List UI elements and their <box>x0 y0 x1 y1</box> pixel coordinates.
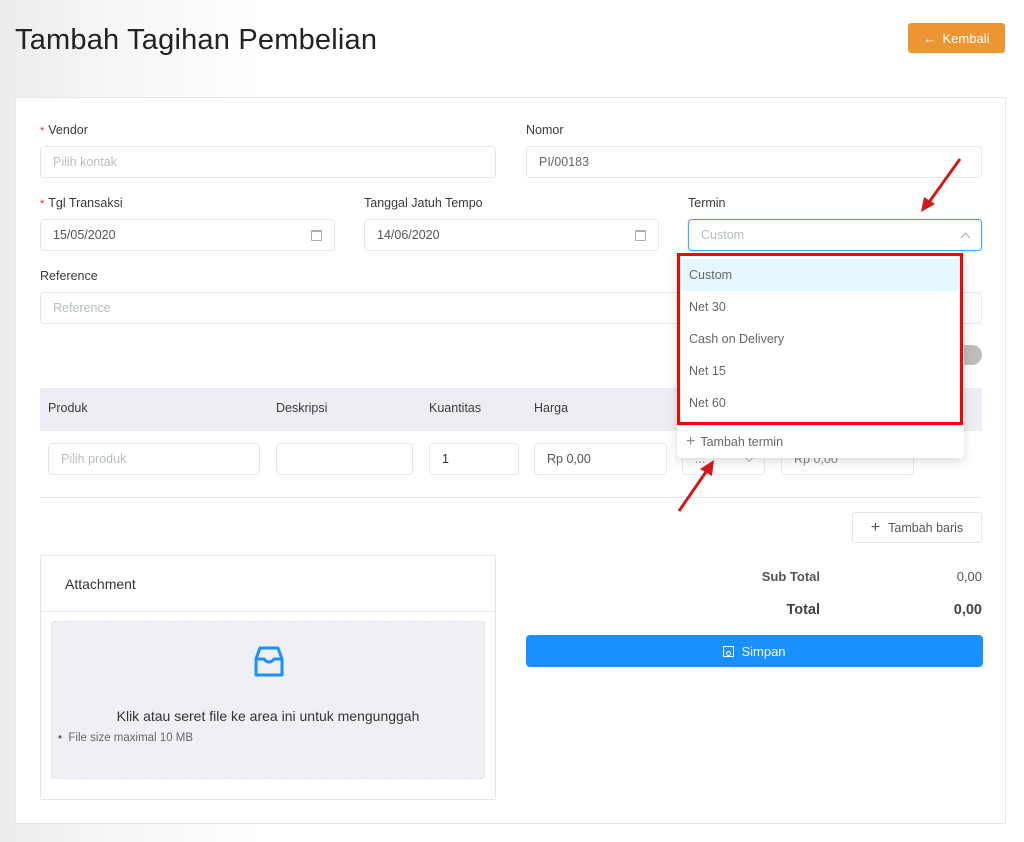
inbox-icon <box>254 646 284 677</box>
column-header-harga: Harga <box>534 401 569 415</box>
add-termin-button[interactable]: + Tambah termin <box>677 425 964 458</box>
produk-select[interactable]: Pilih produk <box>48 443 260 475</box>
subtotal-label: Sub Total <box>761 569 820 584</box>
tgl-transaksi-datepicker[interactable]: 15/05/2020 <box>40 219 335 251</box>
plus-icon: + <box>686 433 696 450</box>
harga-input[interactable]: Rp 0,00 <box>534 443 667 475</box>
column-header-deskripsi: Deskripsi <box>276 401 328 415</box>
subtotal-value: 0,00 <box>956 569 982 584</box>
reference-placeholder: Reference <box>53 301 111 315</box>
produk-placeholder: Pilih produk <box>61 452 127 466</box>
termin-option-net-15[interactable]: Net 15 <box>677 355 964 387</box>
jatuh-tempo-value: 14/06/2020 <box>377 228 440 242</box>
kuantitas-value: 1 <box>442 452 449 466</box>
jatuh-tempo-label: Tanggal Jatuh Tempo <box>364 196 483 210</box>
deskripsi-input[interactable] <box>276 443 413 475</box>
required-marker: * <box>40 198 45 210</box>
divider <box>40 497 982 498</box>
save-button[interactable]: Simpan <box>526 635 983 667</box>
termin-option-net-60[interactable]: Net 60 <box>677 387 964 419</box>
tgl-transaksi-value: 15/05/2020 <box>53 228 116 242</box>
jatuh-tempo-datepicker[interactable]: 14/06/2020 <box>364 219 659 251</box>
column-header-produk: Produk <box>48 401 88 415</box>
back-button[interactable]: ← Kembali <box>908 23 1005 53</box>
add-row-button[interactable]: + Tambah baris <box>852 512 982 543</box>
tgl-transaksi-label: * Tgl Transaksi <box>40 196 123 210</box>
file-size-note: • File size maximal 10 MB <box>58 732 194 744</box>
calendar-icon <box>635 229 646 241</box>
nomor-input[interactable]: PI/00183 <box>526 146 982 178</box>
save-icon <box>723 645 735 657</box>
form-card: * Vendor Pilih kontak Nomor PI/00183 * Tgl… <box>15 97 1006 824</box>
arrow-left-icon: ← <box>923 30 937 46</box>
back-button-label: Kembali <box>942 30 990 46</box>
dropzone-text: Klik atau seret file ke area ini untuk m… <box>116 708 420 724</box>
reference-label: Reference <box>40 269 98 283</box>
vendor-placeholder: Pilih kontak <box>53 155 117 169</box>
required-marker: * <box>40 125 45 137</box>
column-header-kuantitas: Kuantitas <box>429 401 482 415</box>
vendor-label: * Vendor <box>40 123 88 137</box>
nomor-label: Nomor <box>526 123 564 137</box>
add-row-label: Tambah baris <box>888 520 964 535</box>
attachment-panel: Attachment Klik atau seret file ke area … <box>40 555 496 800</box>
kuantitas-input[interactable]: 1 <box>429 443 519 475</box>
termin-option-cash-on-delivery[interactable]: Cash on Delivery <box>677 323 964 355</box>
termin-dropdown: Custom Net 30 Cash on Delivery Net 15 Ne… <box>677 253 964 458</box>
attachment-title: Attachment <box>41 556 495 612</box>
termin-option-net-30[interactable]: Net 30 <box>677 291 964 323</box>
file-dropzone[interactable]: Klik atau seret file ke area ini untuk m… <box>51 621 485 779</box>
total-value: 0,00 <box>953 602 982 618</box>
harga-value: Rp 0,00 <box>547 452 591 466</box>
total-label: Total <box>786 602 820 618</box>
page-title: Tambah Tagihan Pembelian <box>15 24 378 56</box>
plus-icon: + <box>870 518 881 536</box>
termin-option-custom[interactable]: Custom <box>677 259 964 291</box>
chevron-up-icon <box>960 232 971 242</box>
vendor-select[interactable]: Pilih kontak <box>40 146 496 178</box>
calendar-icon <box>311 229 322 241</box>
termin-label: Termin <box>688 196 726 210</box>
termin-select[interactable]: Custom <box>688 219 982 251</box>
nomor-value: PI/00183 <box>539 155 590 169</box>
termin-placeholder: Custom <box>701 228 745 242</box>
save-button-label: Simpan <box>741 643 786 659</box>
add-termin-label: Tambah termin <box>700 435 784 449</box>
